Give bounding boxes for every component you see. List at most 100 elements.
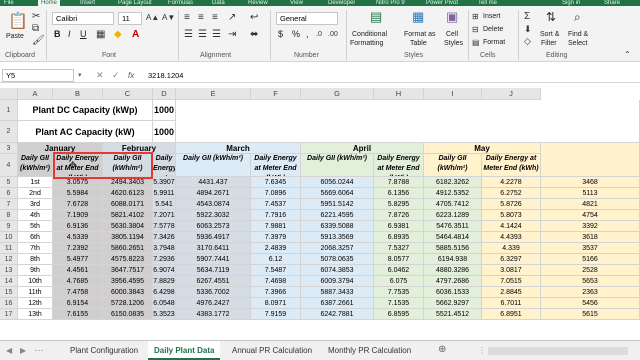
dc-capacity-label[interactable]: Plant DC Capacity (kWp) bbox=[18, 100, 153, 121]
day-cell[interactable]: 7th bbox=[18, 243, 53, 254]
sheet-tab-plant-configuration[interactable]: Plant Configuration bbox=[64, 341, 144, 360]
energy-cell[interactable]: 4543.0874 bbox=[176, 199, 251, 210]
month-header-january[interactable]: January bbox=[18, 143, 103, 154]
gii-cell[interactable]: 7.6345 bbox=[251, 177, 301, 188]
gii-cell[interactable]: 6.3297 bbox=[482, 254, 541, 265]
gii-cell[interactable]: 5.8295 bbox=[374, 199, 424, 210]
decrease-decimal-icon[interactable]: .00 bbox=[328, 30, 338, 40]
underline-button[interactable]: U bbox=[80, 30, 87, 39]
sort-filter-icon[interactable]: ⇅ bbox=[546, 11, 556, 23]
month-header-february[interactable]: February bbox=[103, 143, 176, 154]
gii-cell[interactable]: 4.2278 bbox=[482, 177, 541, 188]
day-cell[interactable]: 12th bbox=[18, 298, 53, 309]
row-header-13[interactable]: 13 bbox=[0, 265, 18, 276]
row-header-16[interactable]: 16 bbox=[0, 298, 18, 309]
gii-cell[interactable]: 5.8726 bbox=[482, 199, 541, 210]
column-header-a[interactable]: A bbox=[18, 88, 53, 100]
energy-cell[interactable]: 5456 bbox=[541, 298, 640, 309]
energy-cell[interactable]: 6242.7881 bbox=[301, 309, 374, 320]
gii-cell[interactable]: 5.3523 bbox=[153, 309, 176, 320]
energy-cell[interactable]: 6000.3843 bbox=[103, 287, 153, 298]
row-header-11[interactable]: 11 bbox=[0, 243, 18, 254]
day-cell[interactable]: 6th bbox=[18, 232, 53, 243]
energy-header-february[interactable]: Daily Energy at Meter End (kWh) bbox=[153, 154, 176, 177]
energy-cell[interactable]: 5922.3032 bbox=[176, 210, 251, 221]
format-as-table-icon[interactable]: ▦ bbox=[412, 10, 424, 23]
energy-cell[interactable]: 6150.0835 bbox=[103, 309, 153, 320]
energy-cell[interactable]: 6387.2661 bbox=[301, 298, 374, 309]
gii-cell[interactable]: 4.7685 bbox=[53, 276, 103, 287]
gii-cell[interactable]: 6.8595 bbox=[374, 309, 424, 320]
energy-cell[interactable]: 3956.4595 bbox=[103, 276, 153, 287]
cell-styles-label-1[interactable]: Cell bbox=[446, 30, 458, 39]
sheet-tab-annual-pr-calculation[interactable]: Annual PR Calculation bbox=[226, 341, 318, 360]
column-header-i[interactable]: I bbox=[424, 88, 482, 100]
gii-cell[interactable]: 7.8788 bbox=[374, 177, 424, 188]
energy-header-january[interactable]: Daily Energy at Meter End (kWh) bbox=[53, 154, 103, 177]
format-painter-icon[interactable]: 🖌 bbox=[32, 36, 45, 46]
column-header-f[interactable]: F bbox=[251, 88, 301, 100]
energy-cell[interactable]: 6339.5088 bbox=[301, 221, 374, 232]
gii-cell[interactable]: 7.7535 bbox=[374, 287, 424, 298]
format-cells-icon[interactable]: ▤ bbox=[472, 38, 480, 48]
find-select-label-1[interactable]: Find & bbox=[568, 30, 588, 39]
gii-cell[interactable]: 6.9136 bbox=[53, 221, 103, 232]
energy-cell[interactable]: 3170.6411 bbox=[176, 243, 251, 254]
energy-cell[interactable]: 6223.1289 bbox=[424, 210, 482, 221]
gii-cell[interactable]: 5.4977 bbox=[53, 254, 103, 265]
energy-cell[interactable]: 5907.7441 bbox=[176, 254, 251, 265]
energy-cell[interactable]: 6056.0244 bbox=[301, 177, 374, 188]
gii-cell[interactable]: 6.9154 bbox=[53, 298, 103, 309]
energy-cell[interactable]: 5821.4102 bbox=[103, 210, 153, 221]
gii-cell[interactable]: 7.6155 bbox=[53, 309, 103, 320]
energy-cell[interactable]: 5113 bbox=[541, 188, 640, 199]
gii-cell[interactable]: 6.075 bbox=[374, 276, 424, 287]
find-select-label-2[interactable]: Select bbox=[568, 39, 587, 48]
tab-page-layout[interactable]: Page Layout bbox=[118, 0, 152, 6]
energy-cell[interactable]: 5669.6064 bbox=[301, 188, 374, 199]
conditional-formatting-label-2[interactable]: Formatting bbox=[350, 39, 383, 48]
energy-header-march[interactable]: Daily Energy at Meter End (kWh) bbox=[251, 154, 301, 177]
energy-cell[interactable]: 4976.2427 bbox=[176, 298, 251, 309]
column-header-e[interactable]: E bbox=[176, 88, 251, 100]
energy-cell[interactable]: 6088.0171 bbox=[103, 199, 153, 210]
name-box-dropdown-icon[interactable]: ▾ bbox=[78, 71, 82, 81]
day-cell[interactable]: 4th bbox=[18, 210, 53, 221]
energy-cell[interactable]: 3537 bbox=[541, 243, 640, 254]
sheet-tab-monthly-pr-calculation[interactable]: Monthly PR Calculation bbox=[322, 341, 417, 360]
orientation-icon[interactable]: ↗ bbox=[228, 13, 236, 23]
gii-cell[interactable]: 7.2392 bbox=[53, 243, 103, 254]
formula-input[interactable]: 3218.1204 bbox=[144, 69, 638, 82]
energy-cell[interactable]: 5166 bbox=[541, 254, 640, 265]
day-cell[interactable]: 10th bbox=[18, 276, 53, 287]
row-header-10[interactable]: 10 bbox=[0, 232, 18, 243]
row-header-17[interactable]: 17 bbox=[0, 309, 18, 320]
energy-cell[interactable]: 4912.5352 bbox=[424, 188, 482, 199]
energy-cell[interactable]: 5860.2651 bbox=[103, 243, 153, 254]
energy-cell[interactable]: 6063.2573 bbox=[176, 221, 251, 232]
energy-cell[interactable]: 4754 bbox=[541, 210, 640, 221]
gii-header-march[interactable]: Daily GII (kWh/m²) bbox=[176, 154, 251, 177]
energy-cell[interactable]: 5521.4512 bbox=[424, 309, 482, 320]
tab-view[interactable]: View bbox=[290, 0, 303, 6]
tab-tell-me[interactable]: Tell me bbox=[478, 0, 497, 6]
gii-cell[interactable]: 7.1535 bbox=[374, 298, 424, 309]
energy-cell[interactable]: 4383.1772 bbox=[176, 309, 251, 320]
function-icon[interactable]: fx bbox=[128, 71, 134, 80]
energy-cell[interactable]: 2528 bbox=[541, 265, 640, 276]
column-header-j[interactable]: J bbox=[482, 88, 541, 100]
font-color-icon[interactable]: A bbox=[132, 30, 139, 40]
gii-cell[interactable]: 6.1356 bbox=[374, 188, 424, 199]
gii-cell[interactable]: 7.4758 bbox=[53, 287, 103, 298]
indent-icon[interactable]: ⇥ bbox=[228, 30, 236, 40]
font-name-dropdown[interactable]: Calibri bbox=[52, 12, 114, 25]
comma-button[interactable]: , bbox=[306, 30, 309, 39]
gii-cell[interactable]: 7.2071 bbox=[153, 210, 176, 221]
gii-cell[interactable]: 5.5984 bbox=[53, 188, 103, 199]
column-header-d[interactable]: D bbox=[153, 88, 176, 100]
cell-styles-label-2[interactable]: Styles bbox=[444, 39, 463, 48]
row-header-2[interactable]: 2 bbox=[0, 121, 18, 143]
cut-icon[interactable]: ✂ bbox=[32, 12, 40, 22]
gii-cell[interactable]: 6.8935 bbox=[374, 232, 424, 243]
autosum-icon[interactable]: Σ bbox=[524, 12, 530, 22]
